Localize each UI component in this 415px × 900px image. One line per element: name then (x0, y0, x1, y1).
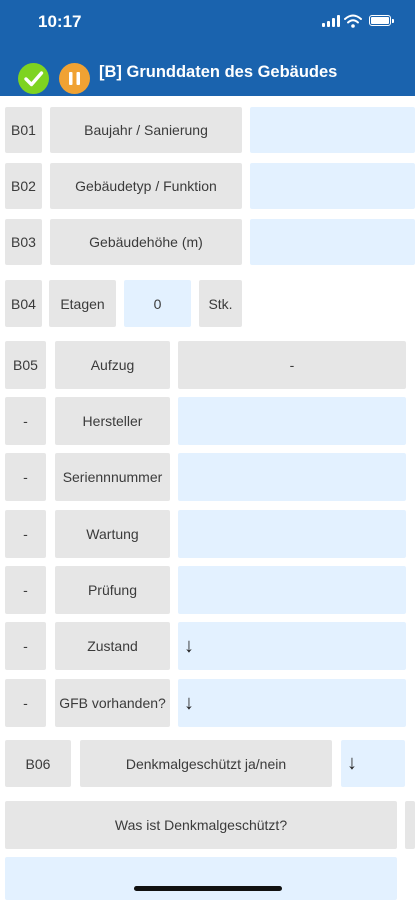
pruefung-label-text: Prüfung (87, 582, 138, 598)
cellular-signal-icon (322, 15, 340, 27)
b06-code: B06 (5, 740, 71, 787)
etagen-unit: Stk. (199, 280, 242, 327)
b06-label: Denkmalgeschützt ja/nein (80, 740, 332, 787)
zustand-label: Zustand (55, 622, 170, 670)
etagen-unit-text: Stk. (208, 295, 233, 312)
seriennummer-label-text: Seriennnummer (62, 469, 163, 485)
b04-code: B04 (5, 280, 42, 327)
arrow-down-icon: ↓ (347, 752, 357, 774)
wartung-code: - (5, 510, 46, 558)
b02-code: B02 (5, 163, 42, 209)
b03-code: B03 (5, 219, 42, 265)
b04-label-text: Etagen (60, 295, 105, 312)
b01-code-text: B01 (11, 122, 36, 138)
seriennummer-code: - (5, 453, 46, 501)
wartung-input[interactable] (178, 510, 406, 558)
b05-code: B05 (5, 341, 46, 389)
baujahr-input[interactable] (250, 107, 415, 153)
pruefung-code: - (5, 566, 46, 614)
page-title: [B] Grunddaten des Gebäudes (99, 63, 338, 81)
pruefung-input[interactable] (178, 566, 406, 614)
b05-label: Aufzug (55, 341, 170, 389)
status-time: 10:17 (38, 12, 82, 31)
gfb-dropdown[interactable]: ↓ (178, 679, 406, 727)
b03-code-text: B03 (11, 234, 36, 250)
zustand-dropdown[interactable]: ↓ (178, 622, 406, 670)
wartung-label: Wartung (55, 510, 170, 558)
seriennummer-label: Seriennnummer (55, 453, 170, 501)
status-bar: 10:17 (0, 0, 415, 50)
wifi-icon (344, 14, 362, 28)
b02-label-text: Gebäudetyp / Funktion (75, 178, 217, 194)
b03-label-text: Gebäudehöhe (m) (89, 234, 203, 250)
wartung-code-text: - (23, 526, 28, 542)
b06-code-text: B06 (25, 755, 51, 772)
seriennummer-code-text: - (23, 469, 28, 485)
check-circle-icon[interactable] (18, 63, 49, 94)
aufzug-value: - (289, 357, 295, 373)
hersteller-code-text: - (23, 413, 28, 429)
zustand-code-text: - (23, 638, 28, 654)
pause-circle-icon[interactable] (59, 63, 90, 94)
b02-code-text: B02 (11, 178, 36, 194)
b03-label: Gebäudehöhe (m) (50, 219, 242, 265)
gfb-code: - (5, 679, 46, 727)
b05-code-text: B05 (13, 357, 38, 373)
etagen-value: 0 (153, 295, 162, 312)
b06-label-text: Denkmalgeschützt ja/nein (125, 755, 287, 772)
etagen-input[interactable]: 0 (124, 280, 191, 327)
b01-label: Baujahr / Sanierung (50, 107, 242, 153)
denkmal-side-button[interactable] (405, 801, 415, 849)
gfb-code-text: - (23, 695, 28, 711)
b04-code-text: B04 (11, 295, 36, 312)
b02-label: Gebäudetyp / Funktion (50, 163, 242, 209)
denkmal-input[interactable] (5, 857, 397, 900)
denkmal-question-label: Was ist Denkmalgeschützt? (5, 801, 397, 849)
arrow-down-icon: ↓ (184, 691, 194, 714)
pruefung-code-text: - (23, 582, 28, 598)
pruefung-label: Prüfung (55, 566, 170, 614)
hersteller-input[interactable] (178, 397, 406, 445)
gebaeudetyp-input[interactable] (250, 163, 415, 209)
gebaeudehoehe-input[interactable] (250, 219, 415, 265)
zustand-label-text: Zustand (87, 638, 138, 654)
seriennummer-input[interactable] (178, 453, 406, 501)
hersteller-label: Hersteller (55, 397, 170, 445)
home-indicator (134, 886, 282, 891)
b01-label-text: Baujahr / Sanierung (84, 122, 208, 138)
denkmal-question-text: Was ist Denkmalgeschützt? (114, 817, 288, 833)
zustand-code: - (5, 622, 46, 670)
hersteller-label-text: Hersteller (82, 413, 143, 429)
aufzug-select[interactable]: - (178, 341, 406, 389)
arrow-down-icon: ↓ (184, 634, 194, 657)
wartung-label-text: Wartung (86, 526, 139, 542)
gfb-label: GFB vorhanden? (55, 679, 170, 727)
battery-icon (369, 15, 394, 26)
denkmalgeschuetzt-dropdown[interactable]: ↓ (341, 740, 405, 787)
hersteller-code: - (5, 397, 46, 445)
gfb-label-text: GFB vorhanden? (59, 695, 166, 711)
b01-code: B01 (5, 107, 42, 153)
b05-label-text: Aufzug (90, 357, 135, 373)
b04-label: Etagen (49, 280, 116, 327)
